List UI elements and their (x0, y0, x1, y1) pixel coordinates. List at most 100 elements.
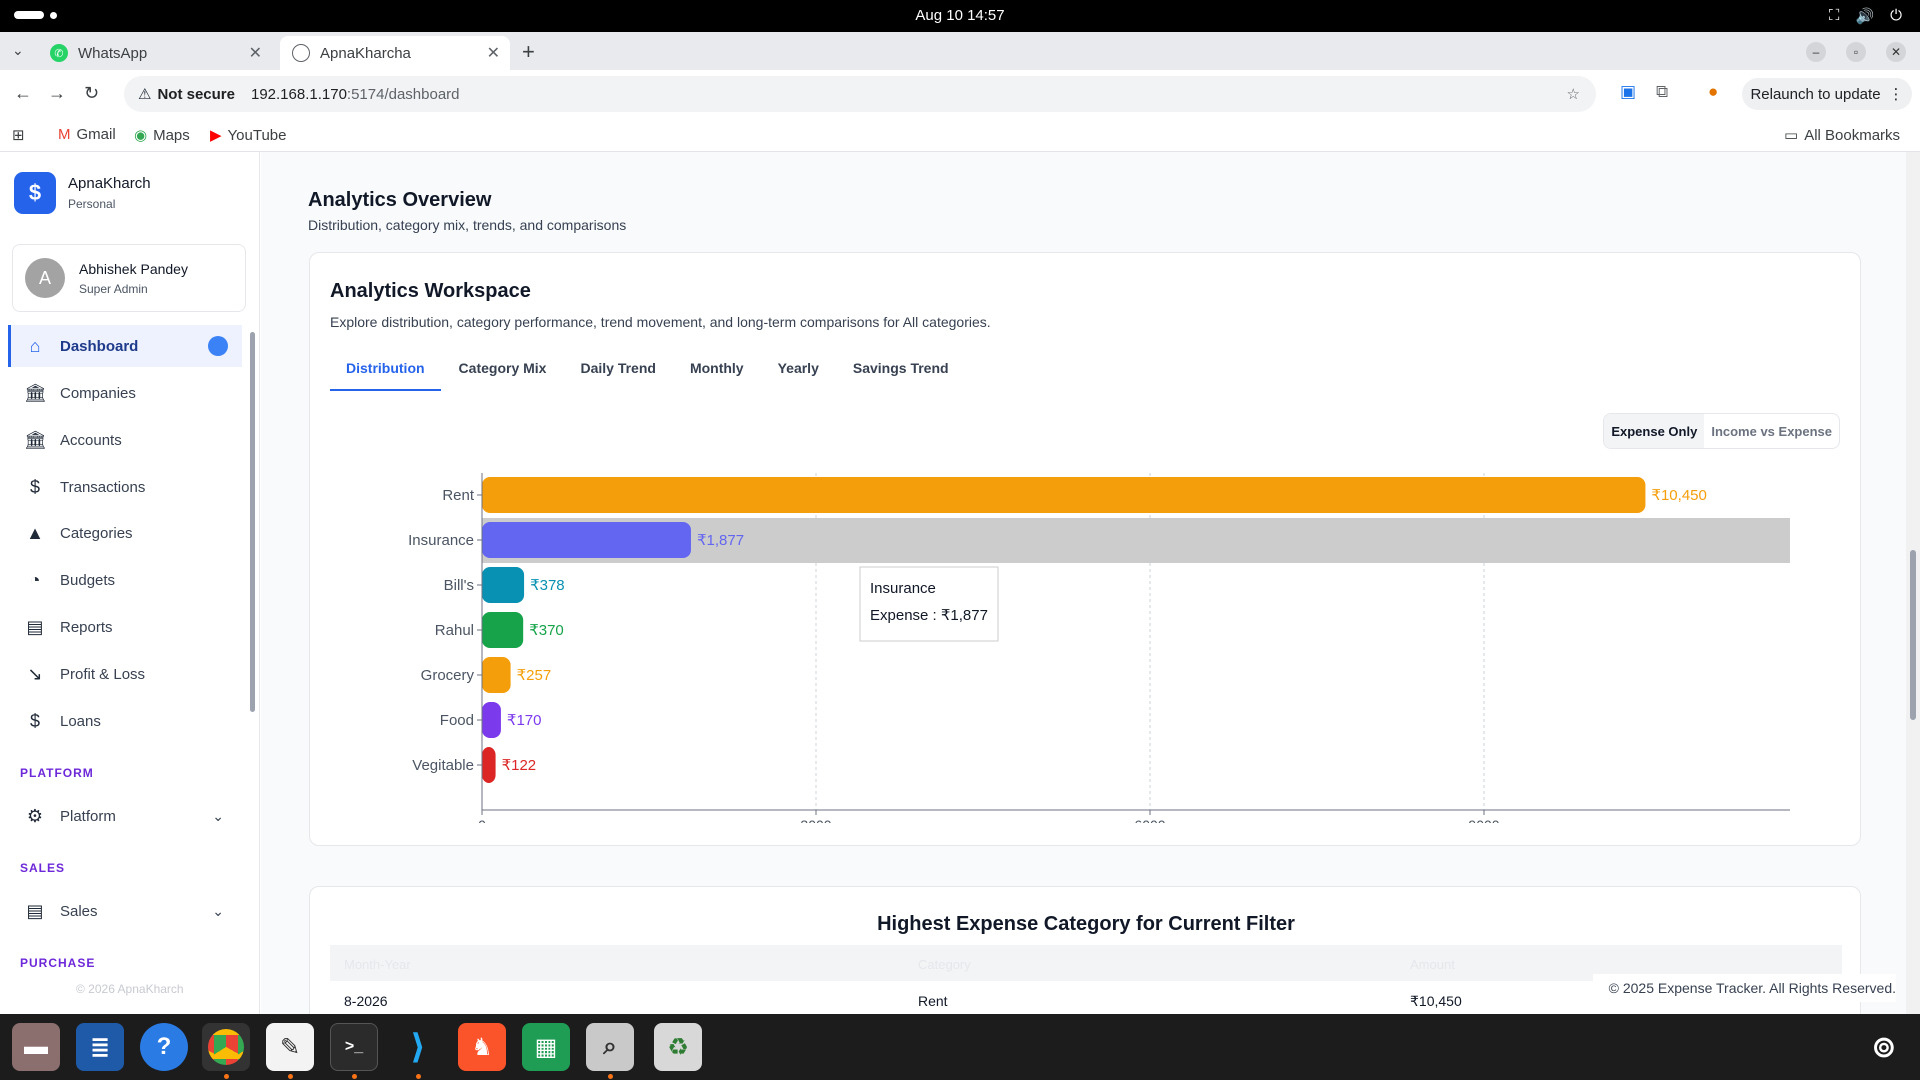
close-icon[interactable]: ✕ (487, 43, 500, 63)
main-scrollbar[interactable] (1906, 152, 1920, 1014)
sidebar-item-accounts[interactable]: 🏛 Accounts (8, 419, 242, 461)
bar[interactable] (482, 747, 496, 783)
text-editor-icon[interactable]: ✎ (266, 1023, 314, 1071)
globe-icon (292, 44, 310, 62)
home-icon: ⌂ (29, 335, 41, 356)
all-bookmarks[interactable]: ▭ All Bookmarks (1784, 126, 1900, 145)
reload-button[interactable]: ↻ (84, 83, 99, 104)
close-icon[interactable]: ✕ (249, 43, 262, 63)
brave-icon[interactable]: ♞ (458, 1023, 506, 1071)
ubuntu-apps-icon[interactable]: ⊚ (1860, 1023, 1908, 1071)
trash-icon[interactable]: ♻ (654, 1023, 702, 1071)
page-subtitle: Distribution, category mix, trends, and … (308, 217, 627, 233)
scrollbar-thumb[interactable] (1910, 550, 1916, 720)
minimize-button[interactable]: – (1806, 42, 1826, 62)
sidebar-item-reports[interactable]: ▤ Reports (8, 606, 242, 648)
chrome-icon[interactable] (202, 1023, 250, 1071)
tab-apnakharcha[interactable]: ApnaKharcha ✕ (280, 36, 510, 70)
vscode-icon[interactable]: ⟩ (394, 1023, 442, 1071)
search-magnifier-icon[interactable]: ⌕ (586, 1023, 634, 1071)
bookmark-gmail[interactable]: M Gmail (58, 126, 116, 143)
brand[interactable]: $ ApnaKharch Personal (14, 172, 151, 214)
network-icon[interactable]: ⛶ (1829, 7, 1840, 25)
column-header: Category (918, 957, 971, 972)
terminal-icon[interactable]: >_ (330, 1023, 378, 1071)
sidebar-item-budgets[interactable]: ◔ Budgets (8, 559, 242, 601)
help-icon[interactable]: ? (140, 1023, 188, 1071)
dollar-logo-icon: $ (14, 172, 56, 214)
maximize-button[interactable]: ▫ (1846, 42, 1866, 62)
section-label-purchase: PURCHASE (20, 956, 96, 970)
os-clock[interactable]: Aug 10 14:57 (0, 7, 1920, 24)
files-app-icon[interactable]: ▬ (12, 1023, 60, 1071)
sidebar-scrollbar[interactable] (250, 332, 255, 712)
security-label[interactable]: Not secure (157, 86, 235, 103)
tooltip (859, 566, 999, 642)
address-bar[interactable]: ⚠ Not secure 192.168.1.170:5174/dashboar… (124, 76, 1596, 112)
category-label: Grocery (421, 667, 475, 684)
sidebar-item-label: Loans (60, 712, 101, 730)
bar[interactable] (482, 567, 525, 603)
forward-button[interactable]: → (48, 83, 66, 104)
sidebar-item-sales[interactable]: ▤ Sales ⌄ (8, 890, 242, 932)
new-tab-button[interactable]: + (522, 39, 535, 65)
tab-monthly[interactable]: Monthly (674, 345, 760, 391)
os-top-bar: Aug 10 14:57 ⛶ 🔊 ⏻ (0, 0, 1920, 32)
close-window-button[interactable]: ✕ (1886, 42, 1906, 62)
bookmark-star-icon[interactable]: ☆ (1567, 85, 1580, 103)
volume-icon[interactable]: 🔊 (1855, 7, 1874, 25)
sidebar-footer: © 2026 ApnaKharch (76, 982, 184, 996)
tab-distribution[interactable]: Distribution (330, 345, 441, 391)
bar[interactable] (482, 702, 501, 738)
relaunch-label: Relaunch to update (1750, 85, 1881, 103)
spreadsheet-icon[interactable]: ▦ (522, 1023, 570, 1071)
sidebar-item-platform[interactable]: ⚙ Platform ⌄ (8, 795, 242, 837)
extension-icon[interactable]: ▣ (1620, 82, 1636, 102)
back-button[interactable]: ← (14, 83, 32, 104)
profile-avatar-icon[interactable]: ● (1708, 82, 1718, 102)
chevron-down-icon: ⌄ (212, 807, 224, 824)
tab-search-icon[interactable]: ⌄ (12, 42, 24, 59)
extensions-puzzle-icon[interactable]: ⧉ (1656, 82, 1668, 102)
bank-icon: 🏛 (24, 382, 47, 403)
tab-whatsapp[interactable]: ✆ WhatsApp ✕ (38, 36, 272, 70)
document-viewer-icon[interactable]: ≣ (76, 1023, 124, 1071)
data-label: ₹10,450 (1651, 487, 1706, 504)
sidebar-item-companies[interactable]: 🏛 Companies (8, 372, 242, 414)
expense-only-option[interactable]: Expense Only (1604, 414, 1705, 448)
folder-icon: ▭ (1784, 127, 1799, 144)
tab-daily-trend[interactable]: Daily Trend (564, 345, 671, 391)
taskbar: ▬ ≣ ? ✎ >_ ⟩ ♞ ▦ ⌕ ♻ ⊚ (0, 1014, 1920, 1080)
settings-shield-icon: ⚙ (26, 805, 44, 826)
bar[interactable] (482, 657, 511, 693)
bookmark-youtube[interactable]: ▶ YouTube (210, 126, 287, 145)
data-label: ₹257 (517, 667, 552, 684)
sidebar-item-loans[interactable]: $ Loans (8, 700, 242, 742)
category-label: Rent (442, 487, 475, 504)
tab-title: ApnaKharcha (320, 44, 411, 62)
tooltip-value: Expense : ₹1,877 (870, 607, 988, 624)
apps-grid-icon[interactable]: ⊞ (12, 126, 25, 144)
bar[interactable] (482, 522, 691, 558)
shapes-icon: ▲ (26, 522, 44, 543)
power-icon[interactable]: ⏻ (1890, 7, 1902, 25)
status-badge (208, 336, 228, 356)
avatar: A (25, 258, 65, 298)
tab-savings-trend[interactable]: Savings Trend (837, 345, 965, 391)
sidebar-item-profit-loss[interactable]: ↘ Profit & Loss (8, 653, 242, 695)
bookmarks-bar: ⊞ M Gmail ◉ Maps ▶ YouTube ▭ All Bookmarks (0, 118, 1920, 152)
income-vs-expense-option[interactable]: Income vs Expense (1704, 414, 1839, 448)
relaunch-button[interactable]: Relaunch to update ⋮ (1742, 78, 1912, 110)
bar[interactable] (482, 477, 1646, 513)
tab-title: WhatsApp (78, 44, 148, 62)
sidebar-item-dashboard[interactable]: ⌂ Dashboard (8, 325, 242, 367)
sidebar-item-transactions[interactable]: $ Transactions (8, 466, 242, 508)
pie-icon: ◔ (29, 569, 41, 590)
tab-yearly[interactable]: Yearly (762, 345, 835, 391)
sidebar-item-categories[interactable]: ▲ Categories (8, 512, 242, 554)
tab-category-mix[interactable]: Category Mix (443, 345, 563, 391)
bar[interactable] (482, 612, 524, 648)
user-card[interactable]: A Abhishek Pandey Super Admin (12, 244, 246, 312)
bookmark-maps[interactable]: ◉ Maps (134, 126, 190, 145)
sidebar-item-label: Platform (60, 807, 116, 825)
